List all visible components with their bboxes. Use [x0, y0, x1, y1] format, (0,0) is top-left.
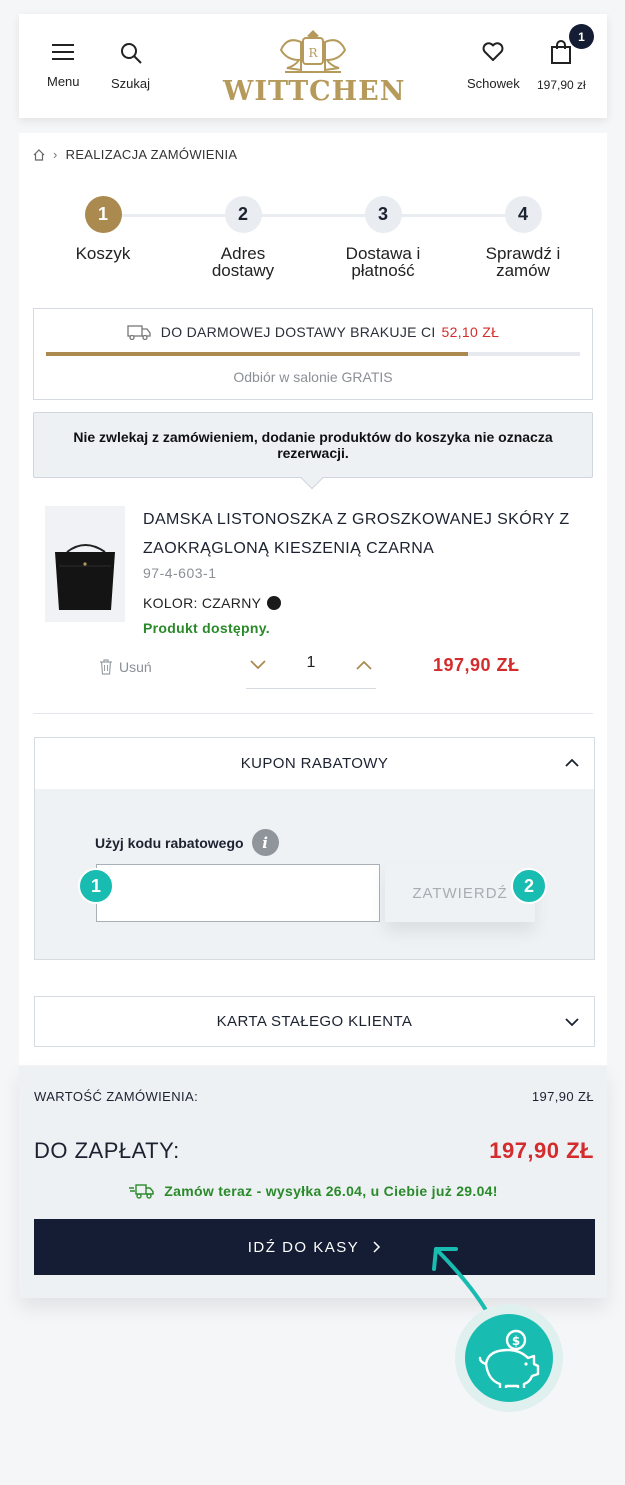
free-shipping-progress	[46, 352, 580, 356]
step-delivery-payment: 3 Dostawa i płatność	[313, 196, 453, 279]
checkout-button[interactable]: IDŹ DO KASY	[34, 1219, 595, 1275]
product-price: 197,90 ZŁ	[433, 655, 520, 675]
order-value: 197,90 ZŁ	[531, 1089, 594, 1104]
step-title: Adres dostawy	[211, 244, 275, 280]
quantity-increase-button[interactable]	[352, 653, 376, 677]
cart-count-badge: 1	[569, 24, 594, 49]
search-icon	[120, 43, 142, 64]
step-number: 2	[224, 196, 262, 233]
step-address: 2 Adres dostawy	[173, 196, 313, 279]
total-due-label: DO ZAPŁATY:	[34, 1138, 180, 1163]
product-color-label: KOLOR: CZARNY	[143, 595, 262, 611]
step-review-order: 4 Sprawdź i zamów	[453, 196, 593, 279]
search-button[interactable]: Szukaj	[111, 42, 150, 91]
chevron-down-icon	[565, 1018, 579, 1027]
coupon-body: Użyj kodu rabatowego i ZATWIERDŹ 1 2	[35, 789, 594, 959]
breadcrumb: › REALIZACJA ZAMÓWIENIA	[33, 147, 237, 162]
product-title[interactable]: DAMSKA LISTONOSZKA Z GROSZKOWANEJ SKÓRY …	[143, 505, 593, 563]
step-title: Dostawa i płatność	[345, 244, 421, 280]
free-shipping-box: DO DARMOWEJ DOSTAWY BRAKUJE CI 52,10 ZŁ …	[33, 308, 593, 400]
checkout-label: IDŹ DO KASY	[247, 1238, 360, 1256]
product-sku: 97-4-603-1	[143, 565, 217, 581]
divider	[33, 713, 593, 714]
chevron-up-icon	[356, 660, 372, 670]
piggy-bank-icon: $	[478, 1329, 540, 1388]
step-cart: 1 Koszyk	[33, 196, 173, 262]
quantity-stepper: 1	[246, 647, 376, 689]
brand-logo[interactable]: R WITTCHEN	[223, 26, 406, 107]
breadcrumb-current: REALIZACJA ZAMÓWIENIA	[65, 147, 238, 162]
menu-button[interactable]: Menu	[47, 44, 80, 89]
trash-icon	[100, 659, 112, 675]
product-image[interactable]	[45, 506, 125, 622]
site-header: Menu Szukaj R WITTCHEN Schowek 197,90 zł…	[19, 14, 607, 118]
order-summary: WARTOŚĆ ZAMÓWIENIA: 197,90 ZŁ DO ZAPŁATY…	[19, 1066, 607, 1298]
svg-text:R: R	[308, 46, 318, 60]
step-number: 3	[364, 196, 402, 233]
total-due-value: 197,90 ZŁ	[489, 1138, 594, 1163]
remove-label: Usuń	[119, 659, 152, 675]
coupon-header[interactable]: KUPON RABATOWY	[35, 738, 594, 789]
coupon-section: KUPON RABATOWY Użyj kodu rabatowego i ZA…	[34, 737, 595, 960]
color-swatch	[267, 596, 282, 610]
brand-name: WITTCHEN	[223, 76, 406, 107]
crest-icon: R	[279, 30, 347, 73]
handbag-icon	[55, 544, 115, 610]
chevron-right-icon: ›	[53, 147, 58, 162]
step-number: 4	[504, 196, 542, 233]
cart-total: 197,90 zł	[537, 78, 586, 92]
shopping-bag-icon	[551, 40, 572, 64]
wishlist-button[interactable]: Schowek	[467, 42, 520, 91]
fast-delivery-truck-icon	[129, 1184, 154, 1199]
coupon-code-label: Użyj kodu rabatowego i	[95, 829, 279, 856]
wishlist-label: Schowek	[467, 76, 520, 91]
tutorial-marker-2: 2	[511, 868, 547, 904]
loyalty-card-section[interactable]: KARTA STAŁEGO KLIENTA	[34, 996, 595, 1047]
coupon-header-label: KUPON RABATOWY	[240, 755, 389, 772]
coupon-code-input[interactable]	[96, 864, 380, 922]
delivery-estimate: Zamów teraz - wysyłka 26.04, u Ciebie ju…	[19, 1183, 607, 1199]
hamburger-icon	[52, 44, 75, 60]
heart-icon	[482, 42, 504, 61]
pickup-info: Odbiór w salonie GRATIS	[233, 369, 393, 385]
total-due-row: DO ZAPŁATY: 197,90 ZŁ	[34, 1138, 594, 1164]
chevron-up-icon	[565, 758, 579, 767]
free-shipping-progress-fill	[46, 352, 468, 356]
tutorial-marker-1: 1	[78, 868, 114, 904]
svg-text:$: $	[512, 1334, 520, 1348]
search-label: Szukaj	[111, 76, 151, 91]
delivery-estimate-text: Zamów teraz - wysyłka 26.04, u Ciebie ju…	[164, 1183, 498, 1199]
loyalty-card-label: KARTA STAŁEGO KLIENTA	[216, 1013, 413, 1030]
product-availability: Produkt dostępny.	[143, 620, 270, 636]
step-number: 1	[84, 196, 122, 233]
home-icon[interactable]	[33, 148, 45, 161]
step-title: Koszyk	[75, 244, 131, 263]
coupon-code-label-text: Użyj kodu rabatowego	[95, 834, 244, 851]
step-title: Sprawdź i zamów	[485, 244, 561, 280]
piggy-bank-button[interactable]: $	[465, 1314, 553, 1402]
remove-button[interactable]: Usuń	[99, 659, 152, 675]
cart-panel: › REALIZACJA ZAMÓWIENIA 1 Koszyk 2 Adres…	[19, 133, 607, 1065]
order-value-label: WARTOŚĆ ZAMÓWIENIA:	[34, 1089, 199, 1104]
info-icon[interactable]: i	[251, 829, 279, 856]
order-value-row: WARTOŚĆ ZAMÓWIENIA: 197,90 ZŁ	[34, 1089, 594, 1104]
delivery-truck-icon	[127, 325, 151, 340]
chevron-right-icon	[373, 1241, 381, 1253]
free-shipping-amount: 52,10 ZŁ	[441, 324, 500, 340]
menu-label: Menu	[47, 74, 80, 89]
free-shipping-text: DO DARMOWEJ DOSTAWY BRAKUJE CI	[160, 324, 436, 340]
product-color: KOLOR: CZARNY	[143, 595, 282, 611]
